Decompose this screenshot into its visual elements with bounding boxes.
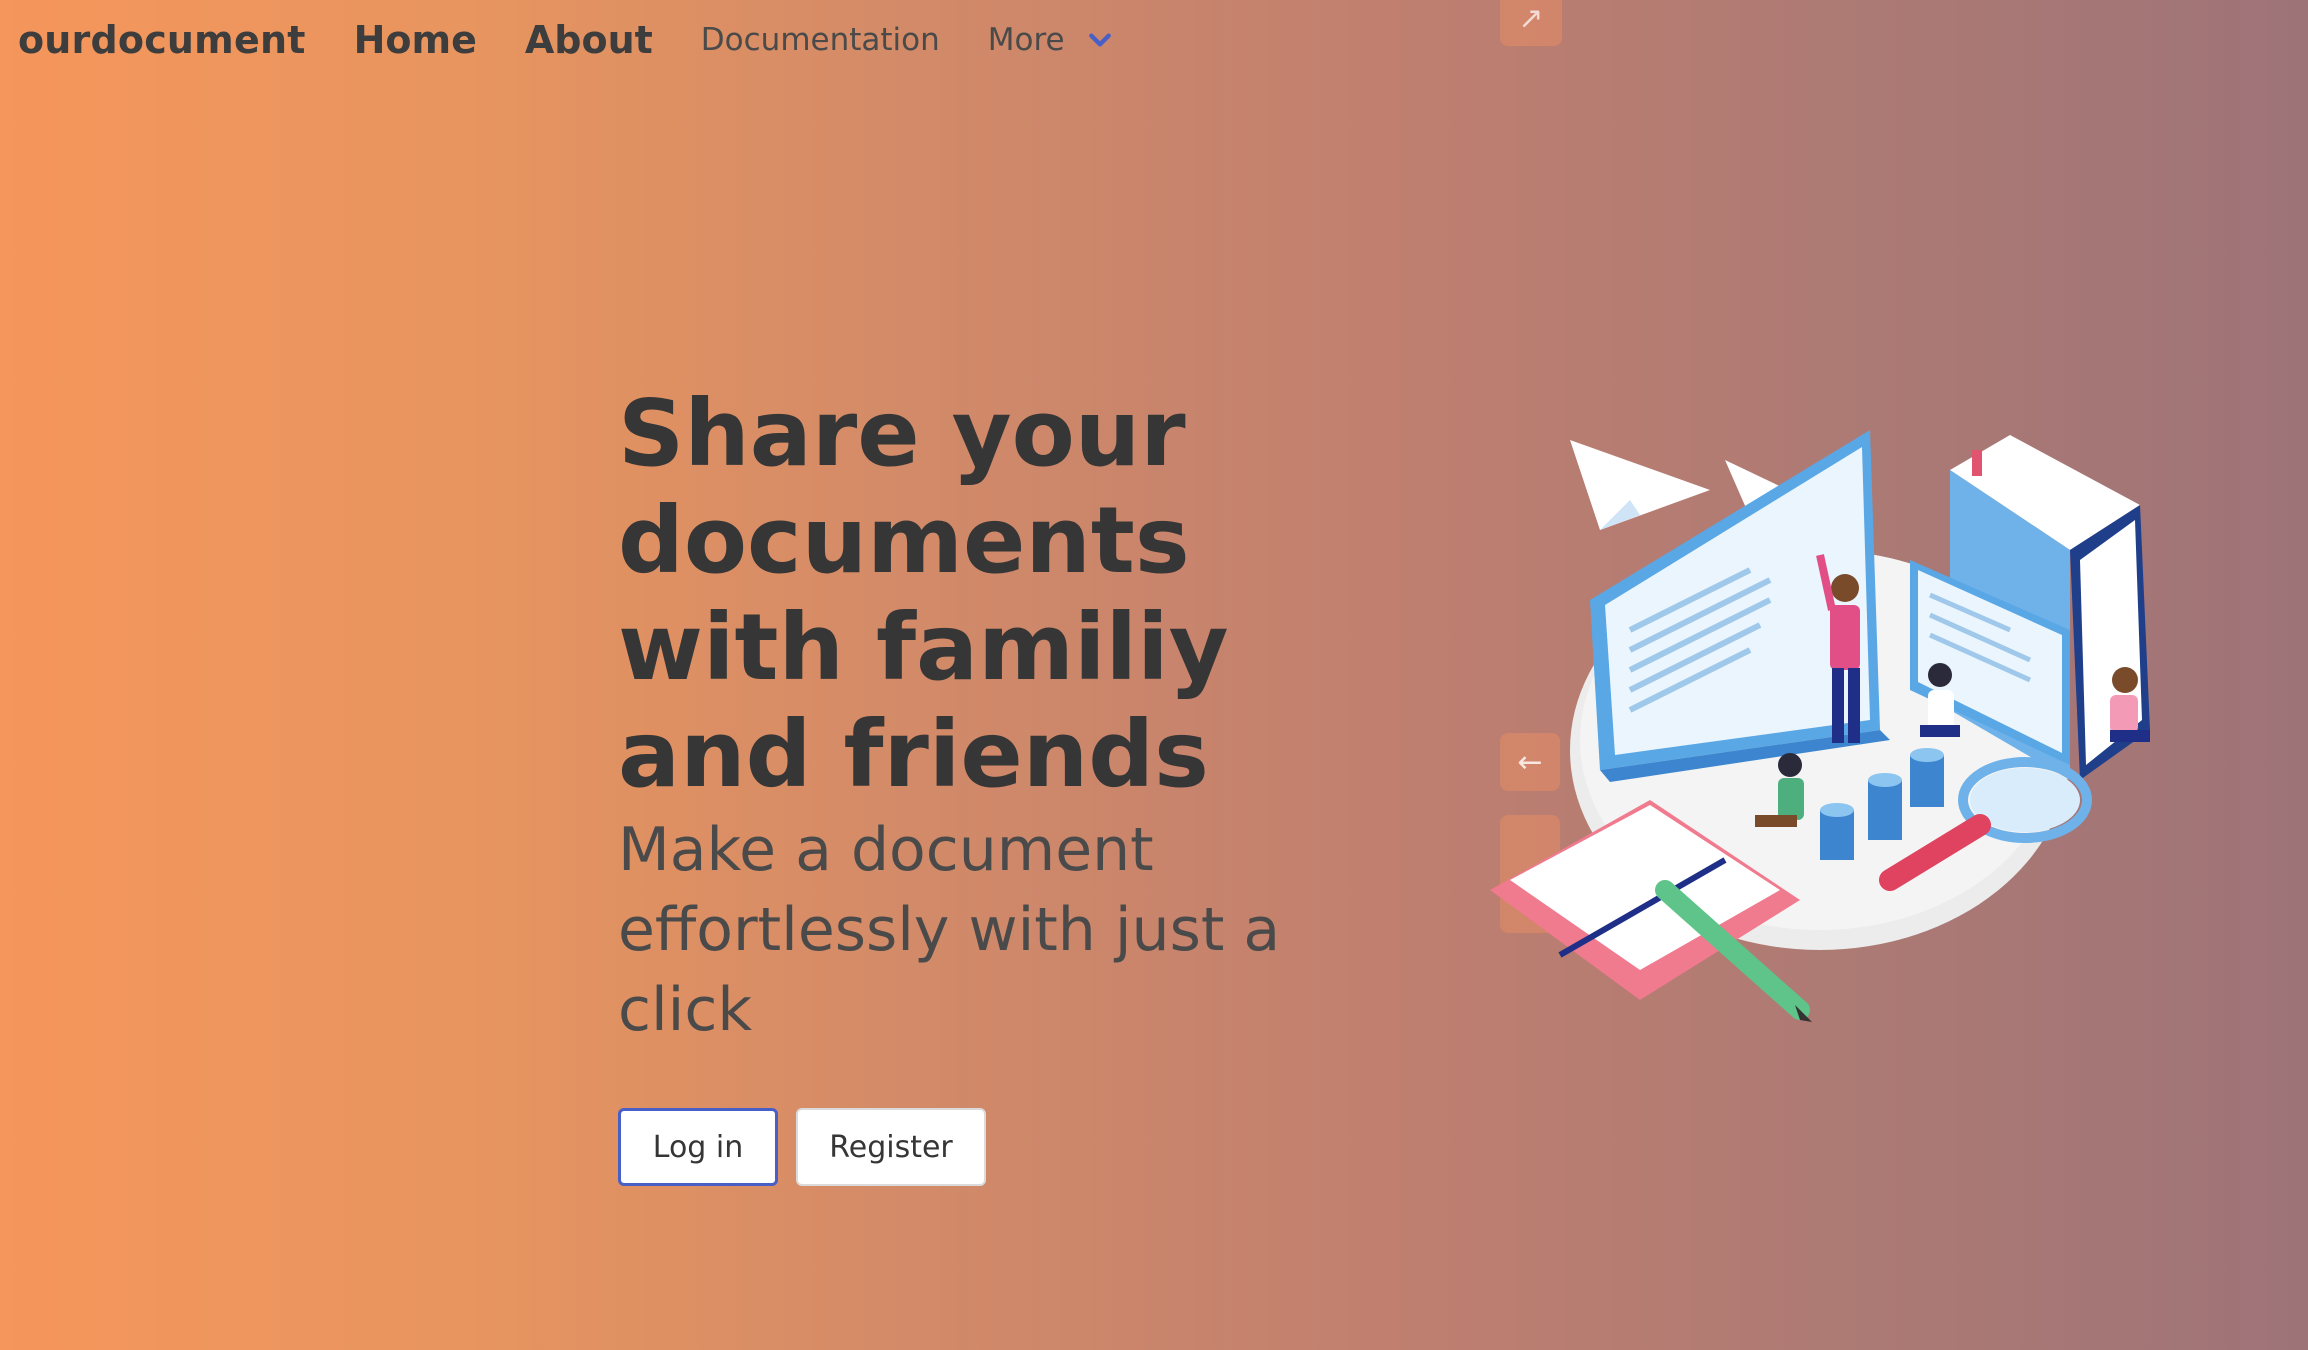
hero-buttons: Log in Register	[618, 1108, 986, 1186]
nav-home-link[interactable]: Home	[354, 18, 477, 62]
nav-about-link[interactable]: About	[525, 18, 653, 62]
nav-more-label: More	[987, 22, 1065, 58]
nav-documentation-link[interactable]: Documentation	[701, 22, 940, 58]
hero-title: Share your documents with familiy and fr…	[618, 380, 1229, 808]
register-button[interactable]: Register	[796, 1108, 986, 1186]
login-button[interactable]: Log in	[618, 1108, 778, 1186]
hero-section: Share your documents with familiy and fr…	[618, 380, 1378, 1050]
hero-subtitle: Make a document effortlessly with just a…	[618, 815, 1281, 1045]
brand-logo[interactable]: ourdocument	[18, 18, 306, 62]
top-navbar: ourdocument Home About Documentation Mor…	[0, 0, 1200, 80]
nav-more-dropdown[interactable]: More	[988, 22, 1113, 58]
external-link-arrow-icon[interactable]: ↗	[1500, 0, 1562, 46]
isometric-document-sharing-illustration	[1490, 430, 2150, 1022]
chevron-down-icon	[1088, 33, 1111, 47]
